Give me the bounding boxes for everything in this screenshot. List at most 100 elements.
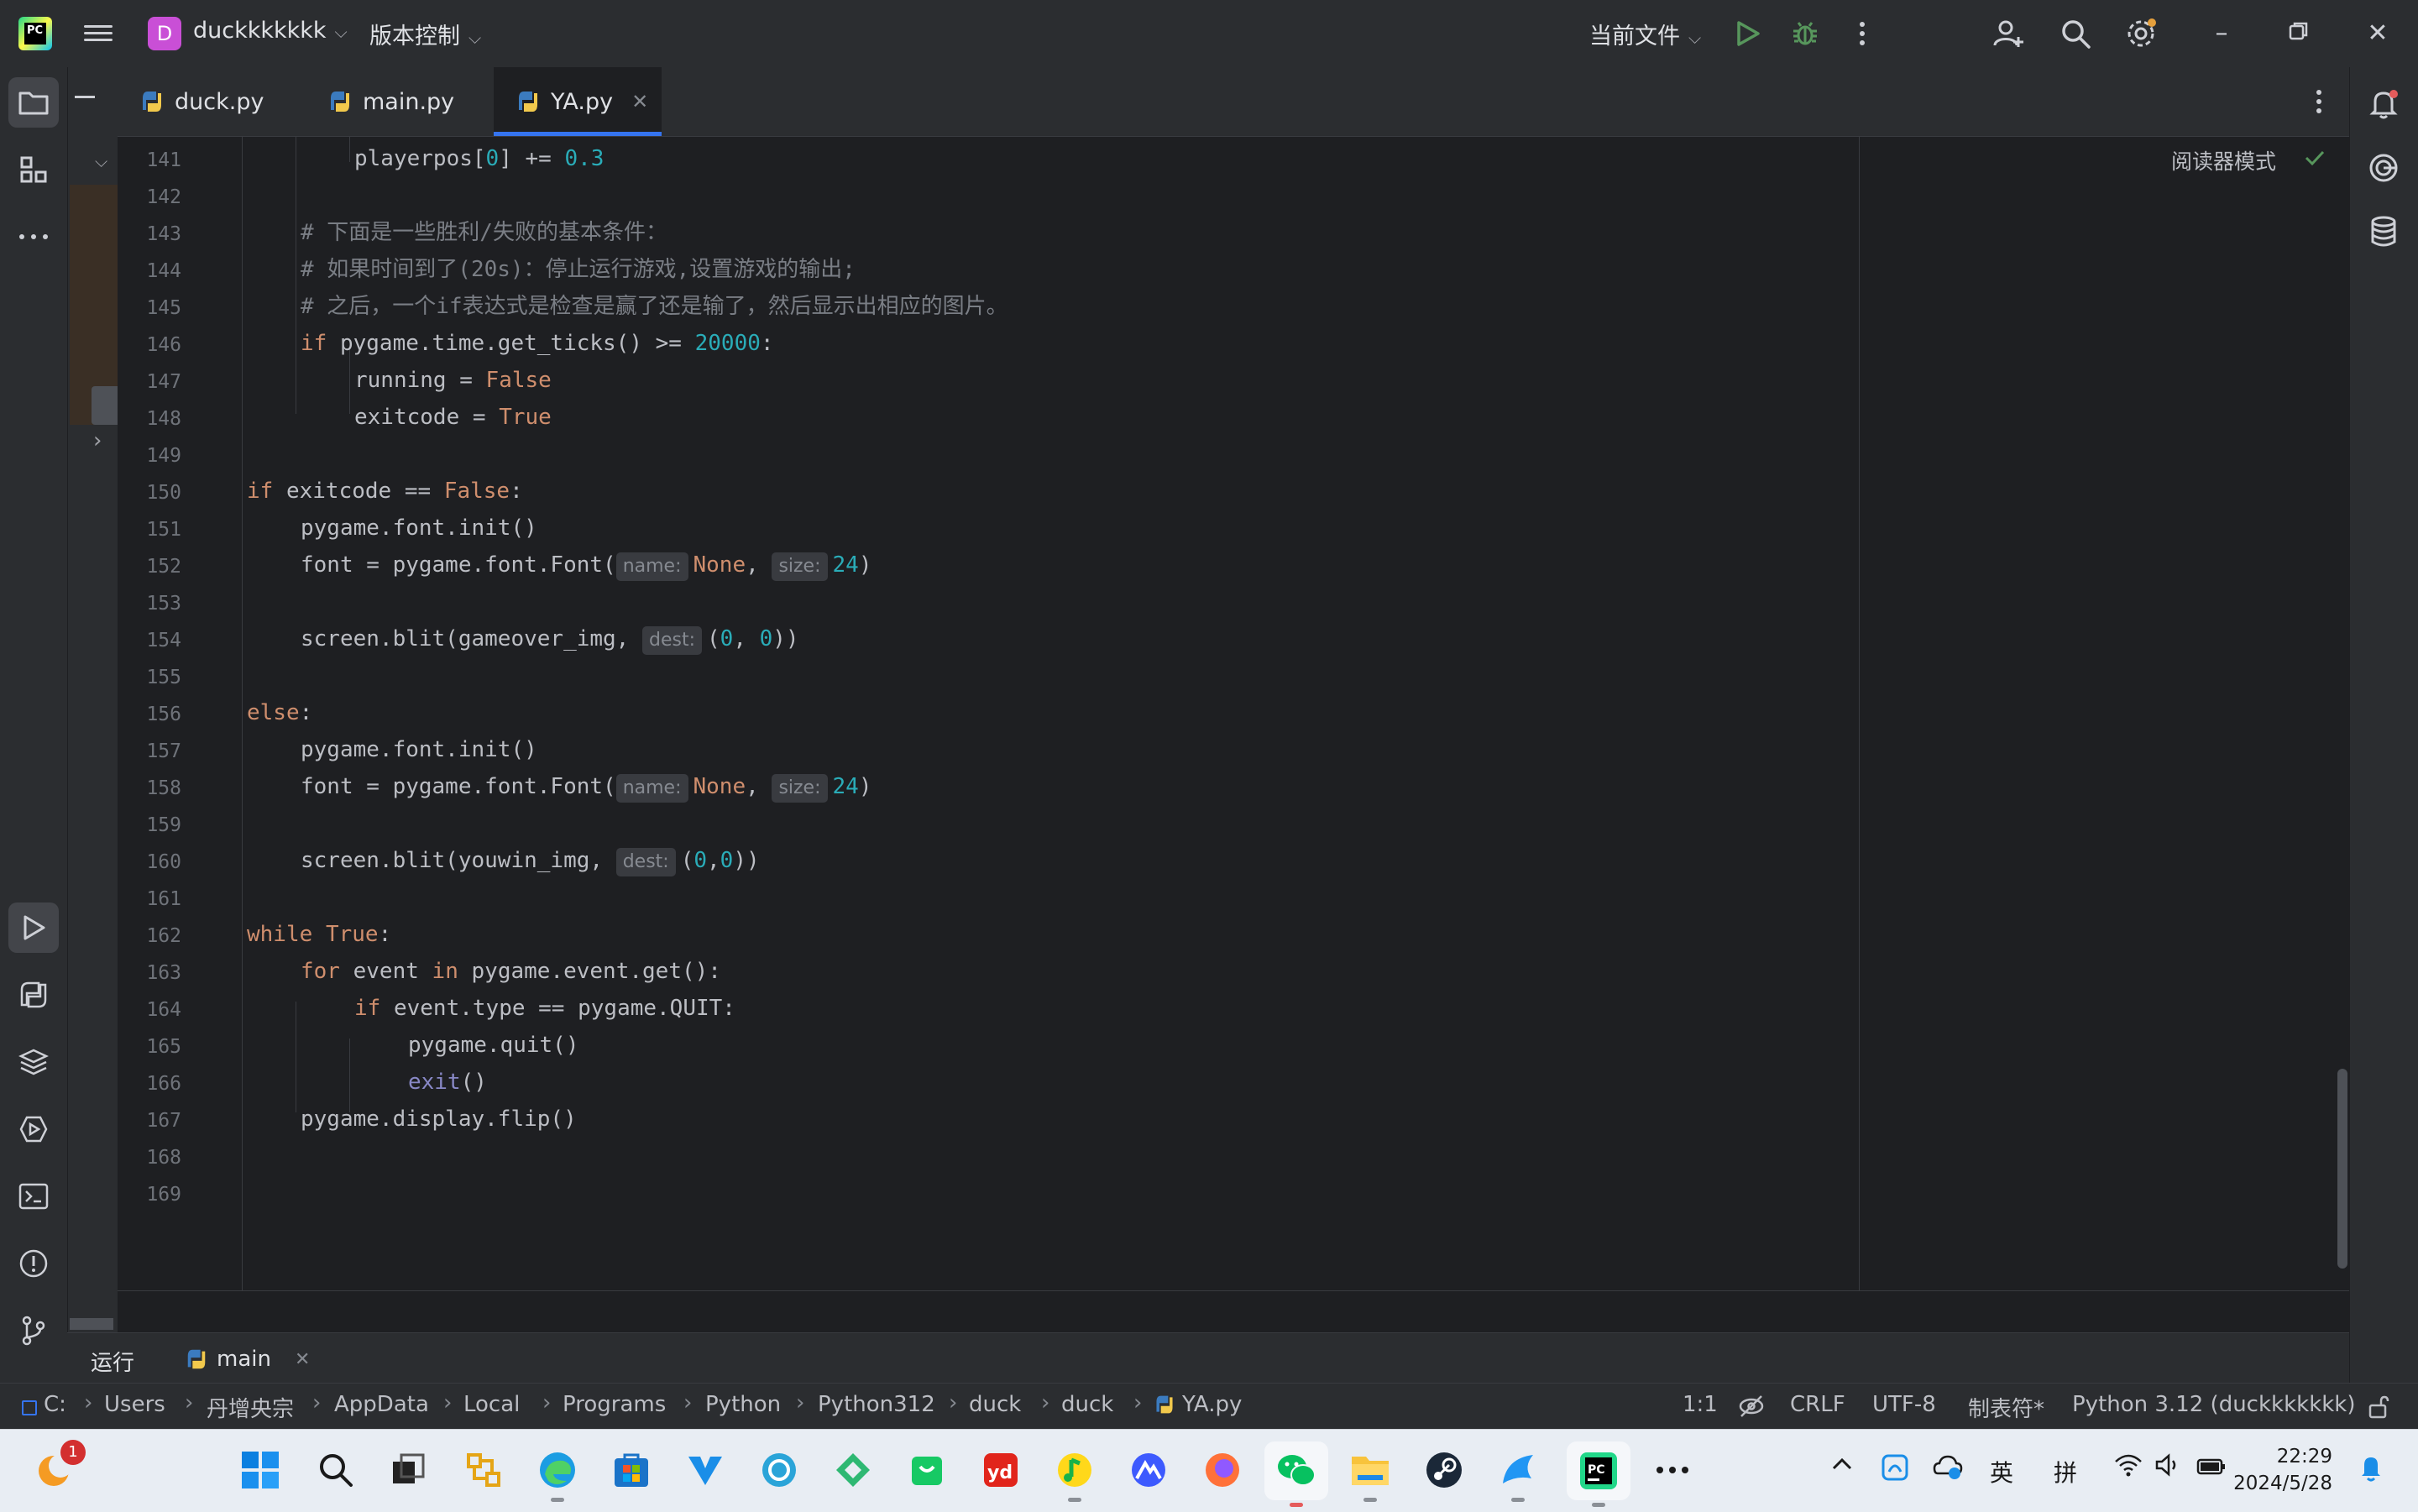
- python-console-icon[interactable]: [8, 970, 59, 1020]
- database-icon[interactable]: [2367, 215, 2400, 252]
- youdao-dict-icon[interactable]: yd: [976, 1445, 1026, 1495]
- run-icon[interactable]: [1730, 15, 1766, 52]
- ime-language[interactable]: 英: [1990, 1455, 2013, 1488]
- tab-main-py[interactable]: main.py: [327, 67, 495, 136]
- app-tool-icon[interactable]: [458, 1445, 509, 1495]
- minimize-icon[interactable]: –: [2205, 17, 2238, 50]
- breadcrumb-item[interactable]: AppData: [334, 1392, 429, 1417]
- terminal-icon[interactable]: [8, 1171, 59, 1222]
- task-view-icon[interactable]: [383, 1445, 433, 1495]
- breadcrumb-item[interactable]: Python312: [818, 1392, 935, 1417]
- vpn-app-icon[interactable]: [680, 1445, 730, 1495]
- run-tool-icon[interactable]: [8, 902, 59, 953]
- ai-assistant-icon[interactable]: [2367, 151, 2400, 188]
- collapse-panel-icon[interactable]: [75, 96, 95, 98]
- app-bird-icon[interactable]: [1493, 1445, 1543, 1502]
- add-user-icon[interactable]: [1990, 15, 2027, 52]
- pycharm-logo-icon[interactable]: PC: [18, 17, 52, 50]
- left-tool-strip: [0, 67, 67, 1383]
- python-interpreter[interactable]: Python 3.12 (duckkkkkkk): [2072, 1392, 2356, 1417]
- debug-icon[interactable]: [1787, 15, 1824, 52]
- taskbar-overflow-icon[interactable]: [1647, 1445, 1698, 1495]
- more-tools-icon[interactable]: [8, 212, 59, 262]
- lock-icon[interactable]: [2368, 1395, 2389, 1425]
- volume-icon[interactable]: [2154, 1453, 2181, 1483]
- project-panel[interactable]: ⌵ ›: [67, 67, 118, 1332]
- python-packages-icon[interactable]: [8, 1037, 59, 1087]
- edge-browser-icon[interactable]: [532, 1445, 583, 1502]
- close-tab-icon[interactable]: ✕: [631, 90, 648, 113]
- main-menu-icon[interactable]: [84, 21, 113, 46]
- search-icon[interactable]: [2057, 15, 2094, 52]
- svg-text:PC: PC: [1588, 1463, 1605, 1477]
- project-switcher[interactable]: duckkkkkkk ⌵: [193, 18, 348, 44]
- steam-icon[interactable]: [1419, 1445, 1469, 1495]
- weather-widget-icon[interactable]: 1: [29, 1440, 86, 1495]
- tab-duck-py[interactable]: duck.py: [139, 67, 307, 136]
- git-icon[interactable]: [8, 1305, 59, 1356]
- microsoft-store-icon[interactable]: [606, 1445, 657, 1495]
- tray-expand-icon[interactable]: [1830, 1450, 1854, 1478]
- music-app-icon[interactable]: [1049, 1445, 1100, 1502]
- close-run-tab-icon[interactable]: ✕: [295, 1349, 310, 1370]
- tab-options-icon[interactable]: [2316, 89, 2322, 118]
- structure-icon[interactable]: [8, 144, 59, 195]
- breadcrumb-item[interactable]: C:: [44, 1392, 66, 1417]
- more-actions-icon[interactable]: [1844, 15, 1881, 52]
- tray-app-icon[interactable]: [1881, 1453, 1909, 1488]
- app-green-bag-icon[interactable]: [902, 1445, 952, 1495]
- breadcrumb-item[interactable]: Local: [463, 1392, 520, 1417]
- breadcrumb-item[interactable]: Users: [104, 1392, 165, 1417]
- param-hint: name:: [615, 552, 688, 581]
- pycharm-taskbar-icon[interactable]: PC: [1567, 1441, 1630, 1507]
- battery-icon[interactable]: [2196, 1455, 2227, 1483]
- notifications-icon[interactable]: [2367, 87, 2400, 124]
- ime-mode[interactable]: 拼: [2054, 1455, 2077, 1488]
- code-area[interactable]: playerpos[0] += 0.3 # 下面是一些胜利/失败的基本条件： #…: [247, 137, 1976, 1290]
- line-separator[interactable]: CRLF: [1790, 1392, 1845, 1417]
- breadcrumb-item[interactable]: duck: [969, 1392, 1021, 1417]
- vcs-menu[interactable]: 版本控制 ⌵: [369, 18, 481, 50]
- firefox-icon[interactable]: [1197, 1445, 1248, 1495]
- notification-bell-icon[interactable]: [2358, 1453, 2384, 1488]
- breadcrumb-item-file[interactable]: YA.py: [1154, 1392, 1242, 1417]
- run-config-selector[interactable]: 当前文件 ⌵: [1589, 18, 1701, 50]
- tab-ya-py[interactable]: YA.py ✕: [494, 67, 662, 136]
- file-explorer-icon[interactable]: [1345, 1445, 1395, 1502]
- caret-position[interactable]: 1:1: [1683, 1392, 1718, 1417]
- reader-mode-button[interactable]: 阅读器模式: [2171, 145, 2276, 175]
- breadcrumb-item[interactable]: duck: [1061, 1392, 1113, 1417]
- problems-icon[interactable]: [8, 1238, 59, 1289]
- system-clock[interactable]: 22:29 2024/5/28: [2233, 1443, 2332, 1497]
- breadcrumb-item[interactable]: Python: [705, 1392, 781, 1417]
- app-circle-icon[interactable]: [754, 1445, 804, 1495]
- project-badge[interactable]: D: [148, 17, 181, 50]
- chevron-down-icon[interactable]: ⌵: [95, 151, 107, 171]
- line-number: 156: [146, 704, 181, 725]
- settings-gear-icon[interactable]: [2122, 15, 2159, 52]
- restore-icon[interactable]: [2282, 17, 2316, 50]
- close-window-icon[interactable]: ✕: [2361, 17, 2394, 50]
- no-problems-check-icon[interactable]: [2304, 149, 2326, 170]
- horizontal-scrollbar[interactable]: [70, 1318, 113, 1330]
- start-menu-icon[interactable]: [235, 1445, 285, 1495]
- wifi-icon[interactable]: [2114, 1453, 2143, 1483]
- inspections-off-icon[interactable]: [1738, 1394, 1765, 1425]
- chevron-right-icon[interactable]: ›: [93, 428, 102, 453]
- clock-date: 2024/5/28: [2233, 1473, 2332, 1494]
- code-editor[interactable]: 141 142 143 144 145 146 147 148 149 150 …: [118, 137, 2349, 1290]
- vertical-scrollbar[interactable]: [2337, 1069, 2347, 1269]
- onedrive-status-icon[interactable]: [1933, 1453, 1963, 1486]
- indent-setting[interactable]: 制表符*: [1968, 1392, 2044, 1423]
- wechat-icon[interactable]: [1264, 1441, 1328, 1507]
- services-icon[interactable]: [8, 1104, 59, 1154]
- breadcrumb-item[interactable]: 丹增央宗: [207, 1392, 294, 1423]
- breadcrumb-item[interactable]: Programs: [563, 1392, 666, 1417]
- app-mountain-icon[interactable]: [1123, 1445, 1174, 1495]
- app-diamond-icon[interactable]: [828, 1445, 878, 1495]
- run-tab-main[interactable]: main ✕: [185, 1347, 310, 1372]
- run-panel-title[interactable]: 运行: [91, 1346, 134, 1377]
- taskbar-search-icon[interactable]: [311, 1445, 361, 1495]
- project-folder-icon[interactable]: [8, 77, 59, 128]
- file-encoding[interactable]: UTF-8: [1872, 1392, 1936, 1417]
